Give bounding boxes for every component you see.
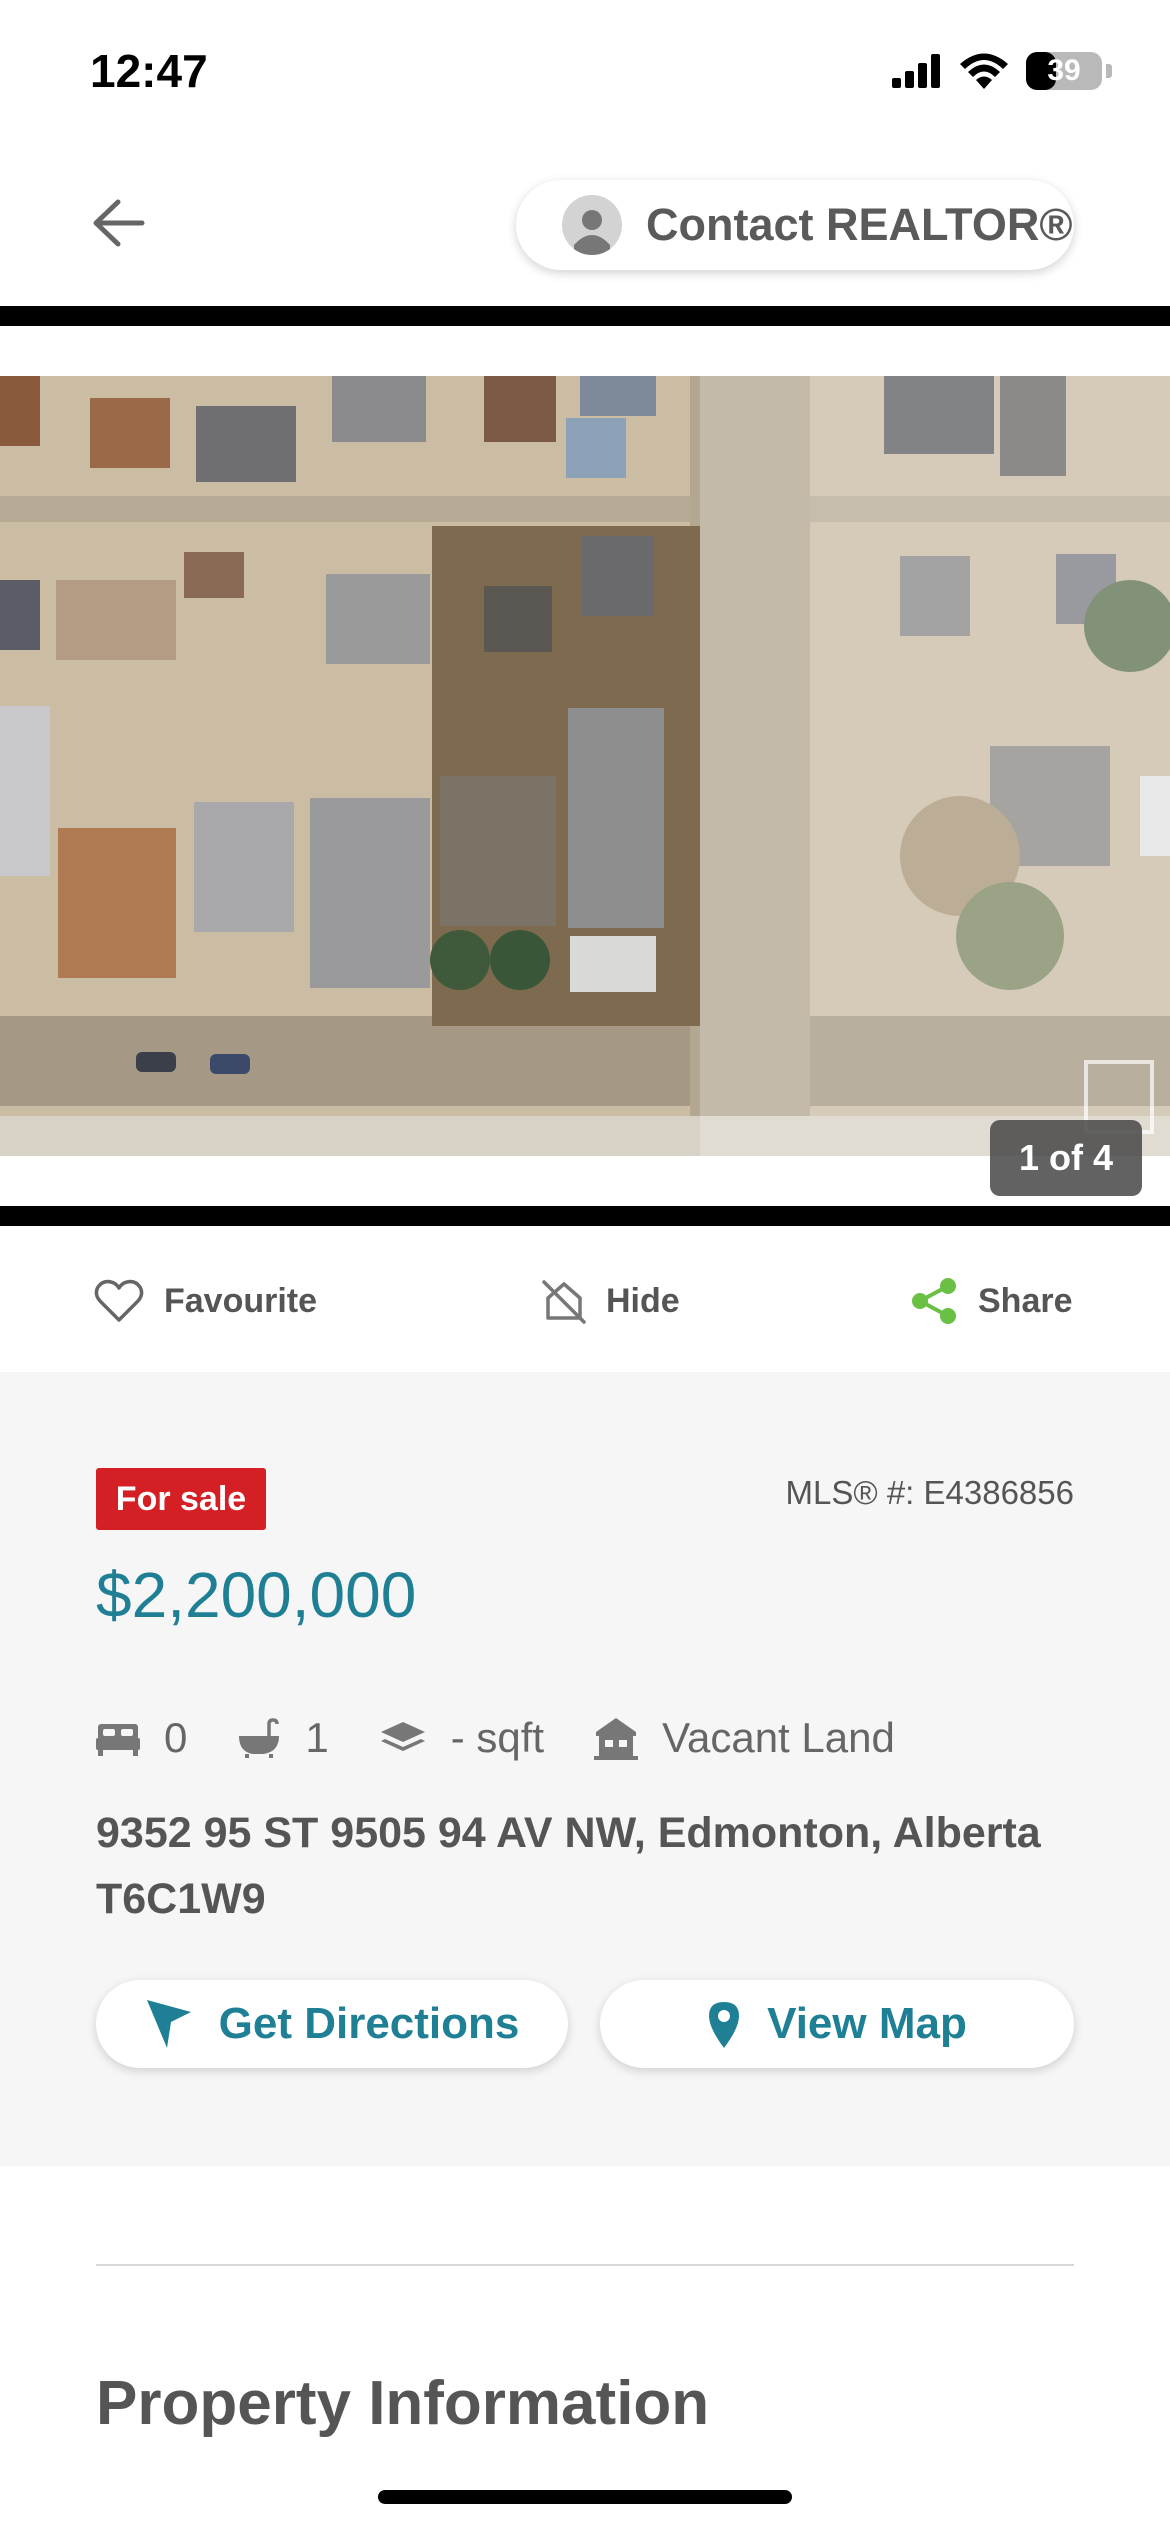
listing-summary-panel: For sale MLS® #: E4386856 $2,200,000 0 1: [0, 1372, 1170, 2166]
sqft-value: - sqft: [450, 1714, 545, 1761]
battery-cap: [1106, 64, 1112, 78]
aerial-photo-illustration: [0, 376, 1170, 1156]
battery-percent: 39: [1047, 54, 1081, 87]
sqft-feature: - sqft: [379, 1714, 544, 1762]
back-button[interactable]: [78, 188, 158, 258]
heart-icon: [94, 1279, 144, 1322]
property-type: Vacant Land: [662, 1714, 895, 1761]
listing-features: 0 1 - sqft Vacant Land: [96, 1714, 945, 1762]
listing-price: $2,200,000: [96, 1559, 417, 1631]
section-divider: [96, 2264, 1074, 2266]
share-icon: [912, 1278, 956, 1324]
status-bar: 12:47 39: [0, 0, 1170, 150]
hide-button[interactable]: Hide: [542, 1276, 680, 1326]
bathtub-icon: [239, 1718, 280, 1758]
property-information-heading: Property Information: [96, 2369, 710, 2438]
photo-counter: 1 of 4: [990, 1120, 1142, 1196]
area-layers-icon: [380, 1722, 425, 1751]
listing-photo[interactable]: [0, 376, 1170, 1156]
bathrooms-feature: 1: [237, 1714, 329, 1762]
listing-actions: Favourite Hide Share: [0, 1226, 1170, 1372]
listing-address: 9352 95 ST 9505 94 AV NW, Edmonton, Albe…: [96, 1809, 1041, 1923]
photo-top-bar: [0, 306, 1170, 326]
map-pin-icon: [709, 2002, 740, 2048]
hide-home-icon: [542, 1280, 586, 1324]
share-label: Share: [978, 1281, 1073, 1320]
contact-realtor-button[interactable]: Contact REALTOR®: [516, 180, 1074, 270]
hide-label: Hide: [606, 1281, 680, 1320]
wifi-icon: [960, 53, 1008, 89]
bed-icon: [96, 1724, 140, 1756]
avatar-icon: [562, 195, 622, 255]
cellular-signal-icon: [892, 54, 940, 88]
contact-realtor-label: Contact REALTOR®: [646, 199, 1073, 250]
bedrooms-count: 0: [164, 1714, 188, 1761]
status-time: 12:47: [90, 45, 208, 97]
share-button[interactable]: Share: [910, 1276, 1073, 1326]
bedrooms-feature: 0: [96, 1714, 187, 1762]
photo-bottom-bar: [0, 1206, 1170, 1226]
status-badge: For sale: [96, 1468, 266, 1530]
home-indicator[interactable]: [378, 2490, 792, 2504]
battery-icon: 39: [1026, 52, 1102, 90]
arrow-left-icon: [93, 199, 145, 247]
view-map-button[interactable]: View Map: [600, 1980, 1074, 2068]
view-map-label: View Map: [767, 1999, 967, 2048]
bathrooms-count: 1: [305, 1714, 329, 1761]
favourite-button[interactable]: Favourite: [94, 1276, 317, 1326]
building-icon: [594, 1718, 639, 1760]
property-type-feature: Vacant Land: [594, 1714, 895, 1762]
status-icons: 39: [892, 52, 1112, 90]
navigation-arrow-icon: [146, 2000, 191, 2048]
mls-number: MLS® #: E4386856: [785, 1474, 1074, 1511]
favourite-label: Favourite: [164, 1281, 318, 1320]
get-directions-label: Get Directions: [218, 1999, 520, 2048]
get-directions-button[interactable]: Get Directions: [96, 1980, 568, 2068]
